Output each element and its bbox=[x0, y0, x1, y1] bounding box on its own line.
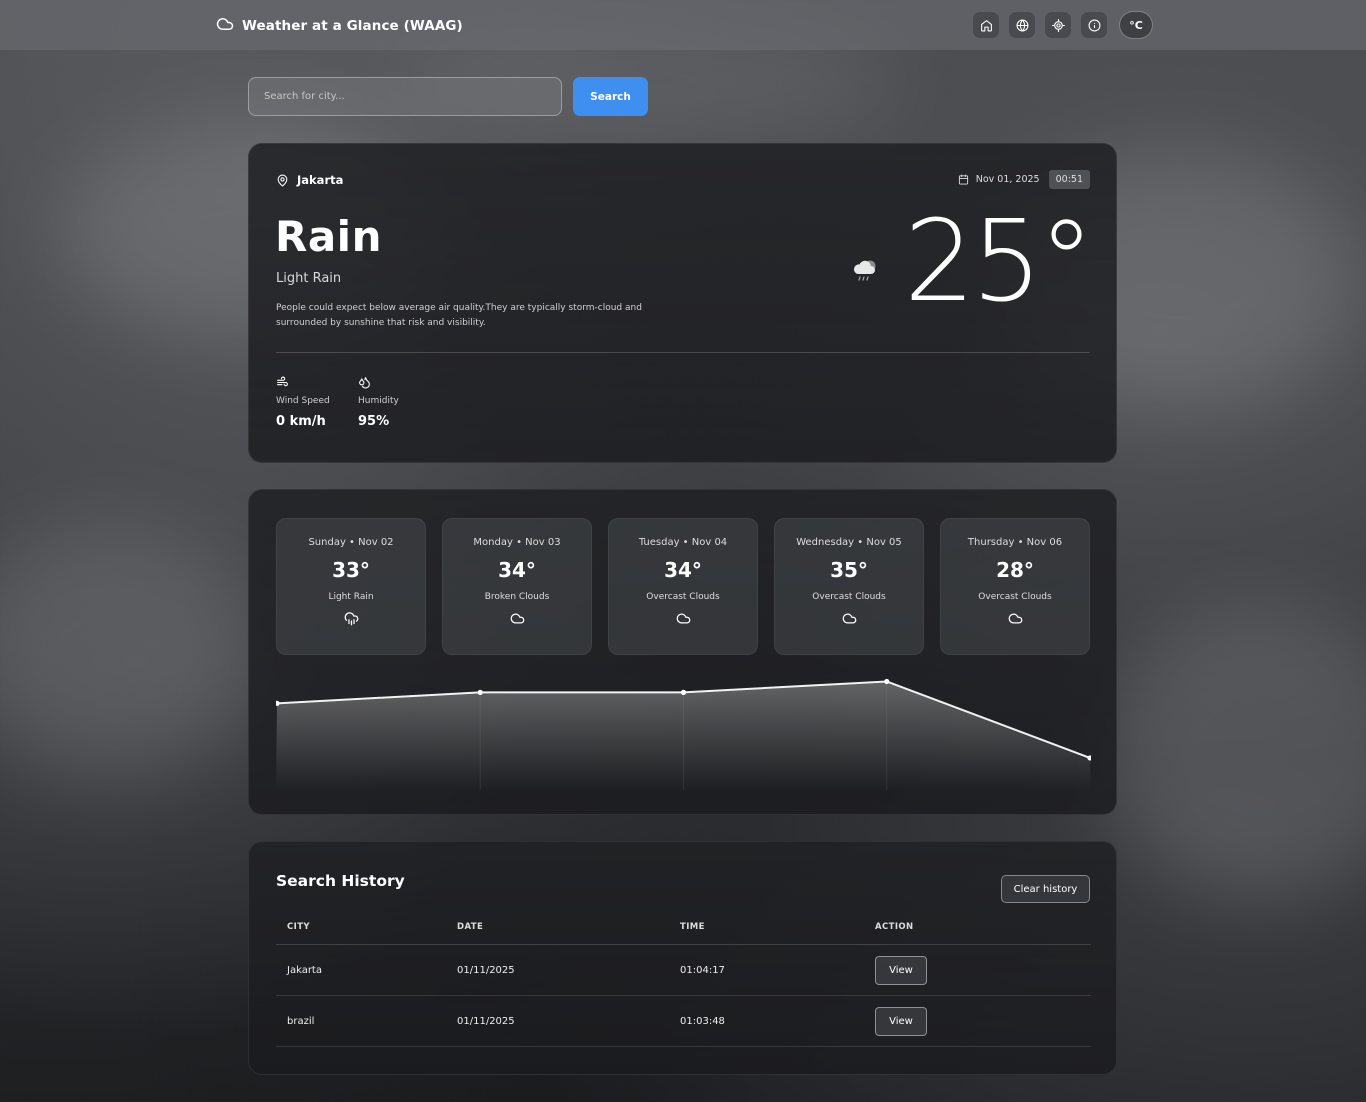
row-time: 01:04:17 bbox=[680, 965, 725, 976]
forecast-day-label: Monday • Nov 03 bbox=[473, 537, 561, 548]
forecast-days: Sunday • Nov 02 33° Light Rain Monday • … bbox=[276, 518, 1090, 655]
search-button[interactable]: Search bbox=[573, 77, 648, 116]
cloud-icon bbox=[676, 613, 690, 624]
row-date: 01/11/2025 bbox=[457, 1016, 515, 1027]
forecast-day-temp: 34° bbox=[498, 558, 536, 582]
table-row: Jakarta 01/11/2025 01:04:17 View bbox=[276, 945, 1091, 996]
locate-button[interactable] bbox=[1045, 12, 1071, 38]
column-header-city: CITY bbox=[287, 922, 310, 932]
chart-point[interactable] bbox=[884, 678, 890, 685]
forecast-day-temp: 28° bbox=[996, 558, 1034, 582]
city-search-input[interactable] bbox=[248, 77, 562, 116]
current-weather-card: Jakarta Nov 01, 2025 00:51 Rain Light Ra… bbox=[248, 143, 1117, 463]
forecast-day[interactable]: Tuesday • Nov 04 34° Overcast Clouds bbox=[608, 518, 758, 655]
forecast-day[interactable]: Wednesday • Nov 05 35° Overcast Clouds bbox=[774, 518, 924, 655]
clear-history-button[interactable]: Clear history bbox=[1001, 875, 1090, 903]
forecast-card: Sunday • Nov 02 33° Light Rain Monday • … bbox=[248, 489, 1117, 815]
cloud-rain-icon bbox=[344, 612, 358, 626]
forecast-day[interactable]: Monday • Nov 03 34° Broken Clouds bbox=[442, 518, 592, 655]
location-name: Jakarta bbox=[297, 173, 344, 187]
wind-value: 0 km/h bbox=[276, 414, 326, 429]
wind-stat: Wind Speed 0 km/h bbox=[276, 376, 330, 429]
forecast-day[interactable]: Sunday • Nov 02 33° Light Rain bbox=[276, 518, 426, 655]
forecast-day-label: Tuesday • Nov 04 bbox=[638, 537, 728, 548]
globe-icon bbox=[1016, 19, 1028, 31]
humidity-label: Humidity bbox=[358, 396, 399, 406]
wind-icon bbox=[277, 376, 288, 387]
row-time: 01:03:48 bbox=[680, 1016, 725, 1027]
info-icon bbox=[1088, 19, 1100, 31]
brand[interactable]: Weather at a Glance (WAAG) bbox=[216, 15, 463, 37]
divider bbox=[276, 352, 1090, 353]
forecast-day-condition: Overcast Clouds bbox=[646, 592, 720, 602]
temperature-chart bbox=[276, 678, 1091, 790]
forecast-day-condition: Light Rain bbox=[328, 592, 374, 602]
history-title: Search History bbox=[276, 872, 405, 890]
home-button[interactable] bbox=[973, 12, 999, 38]
column-header-date: DATE bbox=[457, 922, 484, 932]
globe-button[interactable] bbox=[1009, 12, 1035, 38]
locate-icon bbox=[1051, 18, 1065, 32]
current-date: Nov 01, 2025 bbox=[975, 174, 1040, 185]
view-button[interactable]: View bbox=[875, 1007, 927, 1036]
forecast-day-condition: Overcast Clouds bbox=[812, 592, 886, 602]
info-button[interactable] bbox=[1081, 12, 1107, 38]
row-city: Jakarta bbox=[287, 965, 322, 976]
forecast-day-label: Wednesday • Nov 05 bbox=[796, 537, 902, 548]
forecast-day-label: Thursday • Nov 06 bbox=[967, 537, 1063, 548]
chart-point[interactable] bbox=[477, 689, 483, 695]
map-pin-icon bbox=[277, 174, 288, 186]
condition-detail: Light Rain bbox=[276, 271, 342, 286]
cloud-icon bbox=[842, 613, 856, 624]
humidity-value: 95% bbox=[358, 414, 390, 429]
condition-title: Rain bbox=[275, 212, 382, 261]
unit-toggle-button[interactable]: °C bbox=[1119, 11, 1153, 39]
forecast-day[interactable]: Thursday • Nov 06 28° Overcast Clouds bbox=[940, 518, 1090, 655]
home-icon bbox=[980, 19, 992, 31]
history-table: CITY DATE TIME ACTION Jakarta 01/11/2025… bbox=[276, 918, 1091, 1047]
forecast-day-label: Sunday • Nov 02 bbox=[308, 537, 394, 548]
droplets-icon bbox=[359, 377, 370, 389]
cloud-rain-icon bbox=[853, 260, 876, 281]
location: Jakarta bbox=[276, 173, 343, 187]
forecast-day-condition: Broken Clouds bbox=[484, 592, 550, 602]
cloud-icon bbox=[1008, 613, 1022, 624]
current-time: 00:51 bbox=[1048, 170, 1090, 189]
forecast-day-condition: Overcast Clouds bbox=[978, 592, 1052, 602]
table-header: CITY DATE TIME ACTION bbox=[276, 918, 1091, 945]
forecast-day-temp: 34° bbox=[664, 558, 702, 582]
top-bar: Weather at a Glance (WAAG) °C bbox=[0, 0, 1366, 50]
app-title: Weather at a Glance (WAAG) bbox=[242, 18, 463, 34]
row-city: brazil bbox=[287, 1016, 315, 1027]
condition-description: People could expect below average air qu… bbox=[276, 303, 642, 328]
calendar-icon bbox=[958, 174, 968, 185]
column-header-action: ACTION bbox=[875, 922, 914, 932]
view-button[interactable]: View bbox=[875, 956, 927, 985]
chart-point[interactable] bbox=[680, 689, 687, 695]
column-header-time: TIME bbox=[680, 922, 705, 932]
cloud-icon bbox=[216, 15, 234, 37]
current-temperature: 25° bbox=[904, 197, 1095, 327]
table-row: brazil 01/11/2025 01:03:48 View bbox=[276, 996, 1091, 1047]
forecast-day-temp: 33° bbox=[332, 558, 370, 582]
row-date: 01/11/2025 bbox=[457, 965, 515, 976]
wind-label: Wind Speed bbox=[276, 396, 330, 406]
humidity-stat: Humidity 95% bbox=[358, 376, 399, 429]
forecast-day-temp: 35° bbox=[830, 558, 868, 582]
cloud-icon bbox=[510, 613, 524, 624]
date-time: Nov 01, 2025 00:51 bbox=[958, 170, 1090, 189]
nav-buttons: °C bbox=[973, 11, 1153, 39]
search-history-card: Search History Clear history CITY DATE T… bbox=[248, 841, 1117, 1075]
